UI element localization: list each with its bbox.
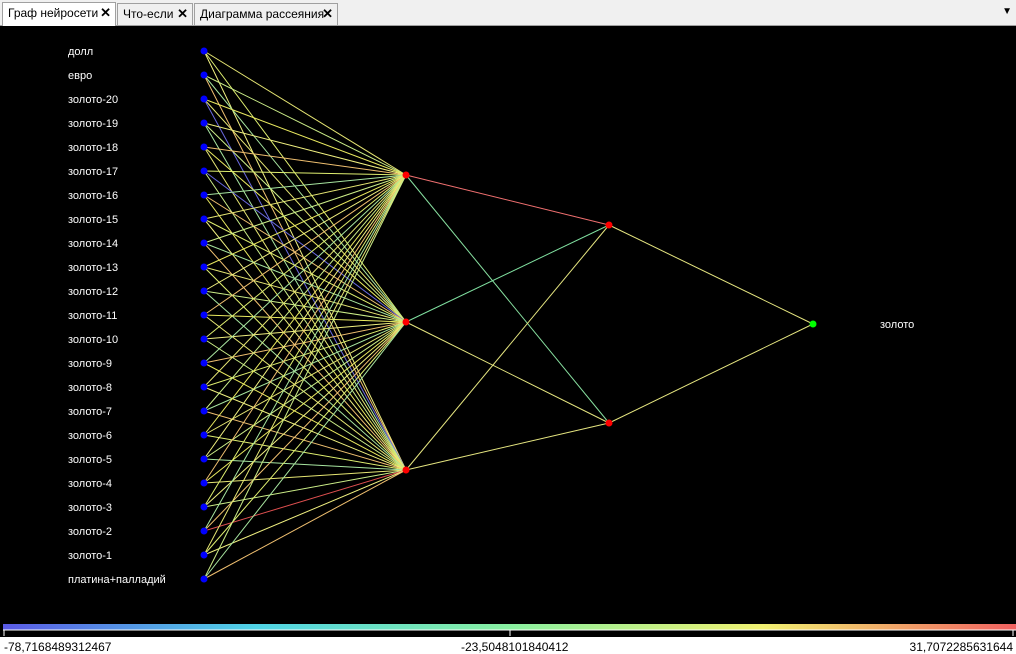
input-label: платина+палладий bbox=[68, 574, 166, 586]
input-label: золото-17 bbox=[68, 166, 118, 178]
input-node[interactable] bbox=[200, 359, 208, 367]
input-node[interactable] bbox=[200, 575, 208, 583]
input-node[interactable] bbox=[200, 383, 208, 391]
input-node[interactable] bbox=[200, 311, 208, 319]
input-node[interactable] bbox=[200, 335, 208, 343]
input-label: золото-14 bbox=[68, 238, 118, 250]
output-label: золото bbox=[880, 319, 914, 331]
input-label: золото-20 bbox=[68, 94, 118, 106]
input-node[interactable] bbox=[200, 143, 208, 151]
input-node[interactable] bbox=[200, 263, 208, 271]
input-label: золото-18 bbox=[68, 142, 118, 154]
input-label: золото-19 bbox=[68, 118, 118, 130]
scale-min-label: -78,7168489312467 bbox=[4, 640, 112, 654]
tab-neural-graph[interactable]: Граф нейросети ✕ bbox=[2, 2, 116, 26]
input-node[interactable] bbox=[200, 71, 208, 79]
input-node[interactable] bbox=[200, 431, 208, 439]
tab-list-dropdown-icon[interactable]: ▼ bbox=[1002, 6, 1012, 17]
input-node[interactable] bbox=[200, 191, 208, 199]
input-node[interactable] bbox=[200, 479, 208, 487]
input-label: золото-2 bbox=[68, 526, 112, 538]
input-label: долл bbox=[68, 46, 93, 58]
hidden-node[interactable] bbox=[402, 318, 410, 326]
input-label: золото-16 bbox=[68, 190, 118, 202]
input-node[interactable] bbox=[200, 287, 208, 295]
input-label: золото-7 bbox=[68, 406, 112, 418]
hidden-node[interactable] bbox=[605, 221, 613, 229]
input-label: золото-12 bbox=[68, 286, 118, 298]
input-label: евро bbox=[68, 70, 92, 82]
neural-graph-window: Граф нейросети ✕ Что-если ✕ Диаграмма ра… bbox=[0, 0, 1016, 654]
input-label: золото-11 bbox=[68, 310, 117, 322]
input-node[interactable] bbox=[200, 503, 208, 511]
input-node[interactable] bbox=[200, 47, 208, 55]
tab-label: Что-если bbox=[123, 7, 174, 21]
input-label: золото-15 bbox=[68, 214, 118, 226]
input-label: золото-13 bbox=[68, 262, 118, 274]
tab-what-if[interactable]: Что-если ✕ bbox=[117, 3, 193, 25]
input-label: золото-10 bbox=[68, 334, 118, 346]
hidden-node[interactable] bbox=[402, 466, 410, 474]
input-node[interactable] bbox=[200, 119, 208, 127]
hidden-node[interactable] bbox=[605, 419, 613, 427]
input-label: золото-8 bbox=[68, 382, 112, 394]
input-label: золото-9 bbox=[68, 358, 112, 370]
hidden-node[interactable] bbox=[402, 171, 410, 179]
input-node[interactable] bbox=[200, 527, 208, 535]
scale-mid-label: -23,5048101840412 bbox=[461, 640, 569, 654]
tab-label: Диаграмма рассеяния bbox=[200, 7, 325, 21]
network-graph: долл евро золото-20 золото-19 золото-18 золот… bbox=[0, 26, 1016, 654]
input-node[interactable] bbox=[200, 215, 208, 223]
close-icon[interactable]: ✕ bbox=[322, 4, 333, 24]
input-label: золото-6 bbox=[68, 430, 112, 442]
close-icon[interactable]: ✕ bbox=[177, 4, 188, 24]
input-label: золото-4 bbox=[68, 478, 112, 490]
input-node[interactable] bbox=[200, 455, 208, 463]
scale-max-label: 31,7072285631644 bbox=[910, 640, 1014, 654]
tab-scatter[interactable]: Диаграмма рассеяния ✕ bbox=[194, 3, 338, 25]
output-node[interactable] bbox=[809, 320, 817, 328]
input-label: золото-5 bbox=[68, 454, 112, 466]
close-icon[interactable]: ✕ bbox=[100, 3, 111, 23]
tab-bar: Граф нейросети ✕ Что-если ✕ Диаграмма ра… bbox=[0, 0, 1016, 26]
input-node[interactable] bbox=[200, 167, 208, 175]
color-scale-bar bbox=[3, 624, 1016, 630]
input-node[interactable] bbox=[200, 239, 208, 247]
input-node[interactable] bbox=[200, 407, 208, 415]
input-node[interactable] bbox=[200, 551, 208, 559]
input-node[interactable] bbox=[200, 95, 208, 103]
input-label: золото-1 bbox=[68, 550, 112, 562]
input-label: золото-3 bbox=[68, 502, 112, 514]
tab-label: Граф нейросети bbox=[8, 6, 99, 20]
